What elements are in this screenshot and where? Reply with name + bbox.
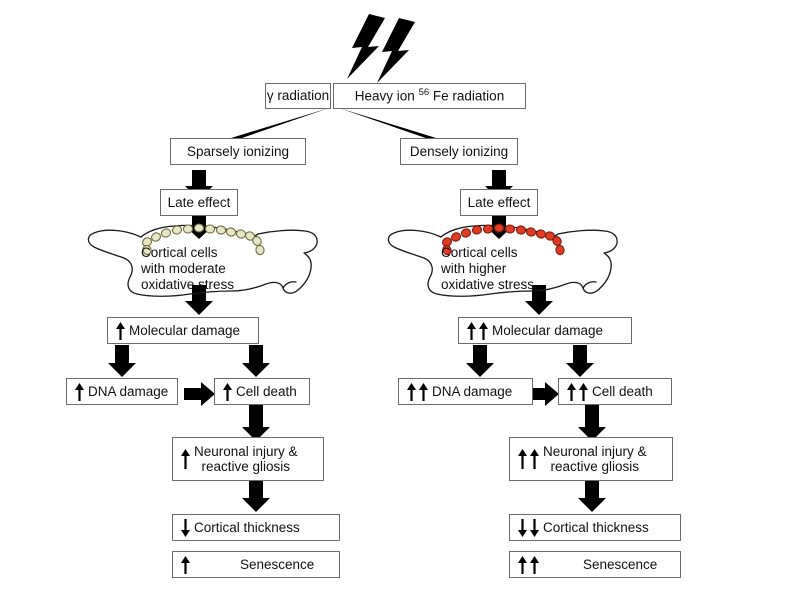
right-senescence-up-arrow-group xyxy=(517,555,540,575)
up-arrow-icon xyxy=(116,321,125,340)
connector-left-late-to-animal xyxy=(185,216,213,239)
up-arrow-icon xyxy=(530,555,539,574)
box-left-molecular-damage-label: Molecular damage xyxy=(129,322,241,338)
box-right-densely-ionizing-label: Densely ionizing xyxy=(409,143,509,159)
right-dna-damage-up-arrow-group xyxy=(406,382,429,402)
box-left-cortical-thickness[interactable]: Cortical thickness xyxy=(172,514,340,541)
right-cortical-thickness-down-arrow-group xyxy=(517,518,540,538)
box-left-neuronal-injury-label: Neuronal injury & reactive gliosis xyxy=(194,443,298,474)
connector-left-dna-to-celldeath xyxy=(184,375,215,406)
right-cell-death-up-arrow-group xyxy=(566,382,589,402)
up-arrow-icon xyxy=(530,449,539,469)
right-molecular-damage-up-arrow-group xyxy=(466,321,489,341)
box-left-cortical-thickness-label: Cortical thickness xyxy=(194,519,300,535)
left-cortical-thickness-down-arrow-group xyxy=(180,518,191,538)
box-left-sparsely-ionizing[interactable]: Sparsely ionizing xyxy=(170,138,306,165)
heavy-ion-prefix: Heavy ion xyxy=(354,88,419,104)
box-right-dna-damage[interactable]: DNA damage xyxy=(398,378,533,405)
box-gamma-radiation-label: γ radiation xyxy=(266,88,330,104)
box-left-sparsely-ionizing-label: Sparsely ionizing xyxy=(186,143,290,159)
box-right-molecular-damage[interactable]: Molecular damage xyxy=(458,317,632,344)
right-animal-caption: Cortical cells with higher oxidative str… xyxy=(441,245,535,292)
right-neuronal-injury-up-arrow-group xyxy=(517,448,540,470)
up-arrow-icon xyxy=(518,449,527,469)
box-right-senescence[interactable]: Senescence xyxy=(509,551,681,578)
box-left-senescence-label: Senescence xyxy=(240,556,315,572)
box-right-late-effect[interactable]: Late effect xyxy=(460,189,538,216)
down-arrow-icon xyxy=(518,518,527,537)
up-arrow-icon xyxy=(181,449,190,469)
box-left-senescence[interactable]: Senescence xyxy=(172,551,340,578)
connector-left-molecular-to-celldeath xyxy=(242,345,270,377)
connector-left-molecular-to-dna xyxy=(108,345,136,377)
box-left-neuronal-injury[interactable]: Neuronal injury & reactive gliosis xyxy=(172,437,324,481)
heavy-ion-suffix: Fe radiation xyxy=(429,88,505,104)
heavy-ion-mass-number: 56 xyxy=(418,87,430,99)
down-arrow-icon xyxy=(181,518,190,537)
box-right-cortical-thickness-label: Cortical thickness xyxy=(543,519,649,535)
left-cell-death-up-arrow-group xyxy=(222,382,233,402)
box-right-densely-ionizing[interactable]: Densely ionizing xyxy=(400,138,518,165)
up-arrow-icon xyxy=(75,382,84,401)
left-senescence-up-arrow-group xyxy=(180,555,191,575)
up-arrow-icon xyxy=(518,555,527,574)
up-arrow-icon xyxy=(223,382,232,401)
up-arrow-icon xyxy=(479,321,488,340)
box-left-cell-death[interactable]: Cell death xyxy=(214,378,310,405)
box-left-late-effect-label: Late effect xyxy=(167,194,231,210)
up-arrow-icon xyxy=(181,555,190,574)
box-right-neuronal-injury-label: Neuronal injury & reactive gliosis xyxy=(543,443,647,474)
box-left-dna-damage[interactable]: DNA damage xyxy=(66,378,178,405)
left-neuronal-injury-up-arrow-group xyxy=(180,448,191,470)
connector-left-neuronal-to-cortical xyxy=(242,481,270,512)
left-dna-damage-up-arrow-group xyxy=(74,382,85,402)
box-left-cell-death-label: Cell death xyxy=(236,383,297,399)
left-molecular-damage-up-arrow-group xyxy=(115,321,126,341)
up-arrow-icon xyxy=(419,382,428,401)
box-right-late-effect-label: Late effect xyxy=(467,194,531,210)
connector-right-molecular-to-dna xyxy=(466,345,494,377)
connector-right-molecular-to-celldeath xyxy=(566,345,594,377)
box-left-dna-damage-label: DNA damage xyxy=(88,383,169,399)
connector-left-celldeath-to-neuronal xyxy=(242,405,270,441)
box-right-molecular-damage-label: Molecular damage xyxy=(492,322,604,338)
box-gamma-radiation[interactable]: γ radiation xyxy=(265,83,331,109)
diagram-canvas: γ radiation Heavy ion 56 Fe radiation Sp… xyxy=(0,0,800,600)
box-left-late-effect[interactable]: Late effect xyxy=(160,189,238,216)
left-animal-caption: Cortical cells with moderate oxidative s… xyxy=(141,245,235,292)
up-arrow-icon xyxy=(467,321,476,340)
connector-right-celldeath-to-neuronal xyxy=(578,405,606,441)
connector-right-late-to-animal xyxy=(485,216,513,239)
box-right-senescence-label: Senescence xyxy=(583,556,658,572)
box-right-cortical-thickness[interactable]: Cortical thickness xyxy=(509,514,681,541)
down-arrow-icon xyxy=(530,518,539,537)
up-arrow-icon xyxy=(567,382,576,401)
radiation-bolt-icon-2 xyxy=(377,18,415,83)
up-arrow-icon xyxy=(579,382,588,401)
radiation-bolt-icon-1 xyxy=(347,14,385,79)
box-right-neuronal-injury[interactable]: Neuronal injury & reactive gliosis xyxy=(509,437,673,481)
up-arrow-icon xyxy=(407,382,416,401)
box-heavy-ion-radiation[interactable]: Heavy ion 56 Fe radiation xyxy=(333,83,526,109)
box-heavy-ion-radiation-label: Heavy ion 56 Fe radiation xyxy=(354,87,505,104)
connector-right-neuronal-to-cortical xyxy=(578,481,606,512)
box-right-dna-damage-label: DNA damage xyxy=(432,383,513,399)
box-right-cell-death[interactable]: Cell death xyxy=(558,378,672,405)
box-right-cell-death-label: Cell death xyxy=(592,383,653,399)
box-left-molecular-damage[interactable]: Molecular damage xyxy=(107,317,259,344)
